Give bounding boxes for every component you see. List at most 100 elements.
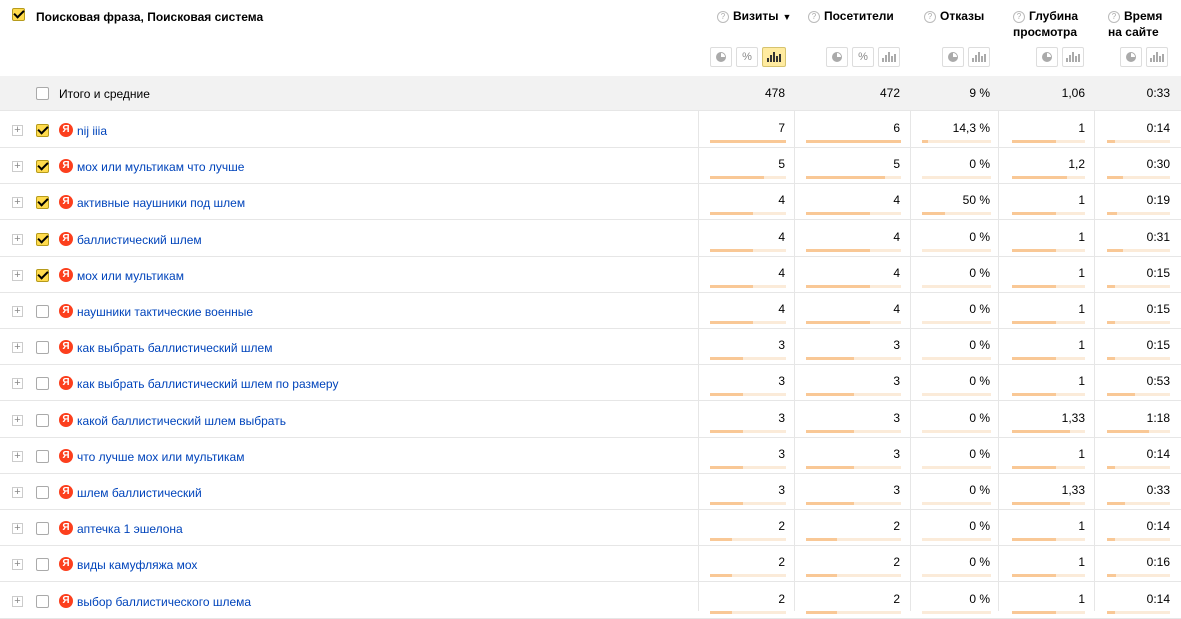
table-row[interactable]: + Явыбор баллистического шлема 2 2 0 % 1 0:14	[0, 583, 1181, 619]
table-row[interactable]: + Яаптечка 1 эшелона 2 2 0 % 1 0:14	[0, 510, 1181, 547]
table-row[interactable]: + Ямох или мультикам 4 4 0 % 1 0:15	[0, 257, 1181, 293]
bars-view-button[interactable]	[1146, 47, 1168, 67]
help-icon[interactable]: ?	[1013, 11, 1025, 23]
search-phrase-link[interactable]: выбор баллистического шлема	[77, 595, 251, 609]
bar-track-visits	[710, 140, 786, 143]
pie-view-button[interactable]	[1120, 47, 1142, 67]
expand-row-icon[interactable]: +	[12, 595, 23, 607]
search-phrase-link[interactable]: что лучше мох или мультикам	[77, 450, 244, 464]
expand-row-icon[interactable]: +	[12, 523, 23, 535]
expand-row-icon[interactable]: +	[12, 342, 23, 354]
bar-track-depth	[1012, 248, 1085, 252]
bar-track-depth	[1012, 284, 1085, 288]
row-checkbox[interactable]	[36, 558, 49, 572]
bar-fill-depth	[1012, 610, 1056, 614]
yandex-search-engine-icon: Я	[59, 123, 73, 137]
expand-row-icon[interactable]: +	[12, 487, 23, 498]
search-phrase-link[interactable]: аптечка 1 эшелона	[77, 522, 183, 536]
table-row[interactable]: + Якак выбрать баллистический шлем по раз…	[0, 365, 1181, 402]
expand-row-icon[interactable]: +	[12, 233, 23, 245]
pie-view-button[interactable]	[710, 47, 732, 67]
cell-visitors: 4	[893, 302, 900, 316]
help-icon[interactable]: ?	[717, 11, 729, 23]
search-phrase-link[interactable]: баллистический шлем	[77, 233, 202, 247]
cell-time: 0:19	[1146, 193, 1170, 208]
search-phrase-link[interactable]: мох или мультикам что лучше	[77, 160, 244, 174]
expand-row-icon[interactable]: +	[12, 269, 23, 281]
row-checkbox[interactable]	[36, 377, 49, 391]
expand-row-icon[interactable]: +	[12, 197, 23, 209]
search-phrase-link[interactable]: как выбрать баллистический шлем по разме…	[77, 377, 338, 391]
row-checkbox[interactable]	[36, 160, 49, 174]
search-phrase-link[interactable]: мох или мультикам	[77, 269, 184, 283]
percent-view-button[interactable]: %	[736, 47, 758, 67]
help-icon[interactable]: ?	[924, 11, 936, 23]
pie-view-button[interactable]	[1036, 47, 1058, 67]
column-header-depth[interactable]: ? Глубина просмотра	[1013, 8, 1095, 40]
column-header-visits[interactable]: ? Визиты ▼	[717, 8, 791, 25]
search-phrase-link[interactable]: виды камуфляжа мох	[77, 558, 197, 572]
table-row[interactable]: + Якакой баллистический шлем выбрать 3 3 0 %…	[0, 402, 1181, 438]
expand-row-icon[interactable]: +	[12, 378, 23, 390]
expand-row-icon[interactable]: +	[12, 450, 23, 462]
table-row[interactable]: + Яактивные наушники под шлем 4 4 50 % 1 0:19	[0, 184, 1181, 221]
sort-desc-icon[interactable]: ▼	[783, 12, 792, 22]
search-phrase-link[interactable]: nij iiia	[77, 124, 107, 138]
bar-fill-visitors	[806, 176, 885, 180]
help-icon[interactable]: ?	[1108, 11, 1120, 23]
bar-track-bounce	[922, 465, 991, 469]
table-row[interactable]: + Ямох или мультикам что лучше 5 5 0 % 1,2 0:3…	[0, 148, 1181, 185]
expand-row-icon[interactable]: +	[12, 161, 23, 173]
expand-row-icon[interactable]: +	[12, 414, 23, 426]
cell-depth: 1,33	[1061, 483, 1085, 497]
table-row[interactable]: + Яnij iiia 7 6 14,3 % 1 0:14	[0, 112, 1181, 148]
expand-row-icon[interactable]: +	[12, 559, 23, 571]
row-checkbox[interactable]	[36, 232, 49, 246]
row-checkbox[interactable]	[36, 413, 49, 427]
row-checkbox[interactable]	[36, 341, 49, 355]
table-row[interactable]: + Ячто лучше мох или мультикам 3 3 0 % 1 0:14	[0, 438, 1181, 474]
table-row[interactable]: + Якак выбрать баллистический шлем 3 3 0 % 1 0…	[0, 329, 1181, 366]
row-checkbox[interactable]	[36, 594, 49, 608]
cell-depth: 1	[1078, 338, 1085, 353]
table-row[interactable]: + Ябаллистический шлем 4 4 0 % 1 0:31	[0, 221, 1181, 257]
bar-fill-time	[1107, 248, 1123, 252]
expand-row-icon[interactable]: +	[12, 306, 23, 317]
search-phrase-link[interactable]: какой баллистический шлем выбрать	[77, 414, 286, 428]
search-phrase-link[interactable]: шлем баллистический	[77, 486, 202, 500]
bar-fill-time	[1107, 284, 1115, 288]
bars-view-button[interactable]	[968, 47, 990, 67]
table-row[interactable]: + Яшлем баллистический 3 3 0 % 1,33 0:33	[0, 474, 1181, 510]
row-checkbox[interactable]	[36, 124, 49, 137]
select-all-checkbox[interactable]	[12, 8, 25, 21]
row-checkbox[interactable]	[36, 522, 49, 536]
table-row[interactable]: + Янаушники тактические военные 4 4 0 % 1 0:15	[0, 293, 1181, 329]
bar-track-bounce	[922, 212, 991, 216]
row-checkbox[interactable]	[36, 486, 49, 499]
dimension-title[interactable]: Поисковая фраза, Поисковая система	[36, 10, 263, 24]
totals-checkbox[interactable]	[36, 87, 49, 100]
cell-visits: 3	[778, 483, 785, 497]
bar-track-visits	[710, 321, 786, 324]
pie-view-button[interactable]	[826, 47, 848, 67]
search-phrase-link[interactable]: активные наушники под шлем	[77, 196, 245, 210]
percent-view-button[interactable]: %	[852, 47, 874, 67]
search-phrase-link[interactable]: наушники тактические военные	[77, 305, 253, 319]
bar-track-visitors	[806, 429, 901, 433]
bars-view-button[interactable]	[1062, 47, 1084, 67]
table-row[interactable]: + Явиды камуфляжа мох 2 2 0 % 1 0:16	[0, 546, 1181, 583]
row-checkbox[interactable]	[36, 196, 49, 210]
column-header-bounce[interactable]: ? Отказы	[924, 8, 984, 24]
column-header-time[interactable]: ? Время на сайте	[1108, 8, 1170, 40]
row-checkbox[interactable]	[36, 449, 49, 463]
search-phrase-link[interactable]: как выбрать баллистический шлем	[77, 341, 272, 355]
row-checkbox[interactable]	[36, 268, 49, 282]
help-icon[interactable]: ?	[808, 11, 820, 23]
row-checkbox[interactable]	[36, 305, 49, 318]
bars-view-button[interactable]	[878, 47, 900, 67]
column-header-visitors[interactable]: ? Посетители	[808, 8, 894, 24]
cell-time: 0:30	[1146, 157, 1170, 172]
pie-view-button[interactable]	[942, 47, 964, 67]
expand-row-icon[interactable]: +	[12, 125, 23, 136]
bars-view-button[interactable]	[762, 47, 786, 67]
